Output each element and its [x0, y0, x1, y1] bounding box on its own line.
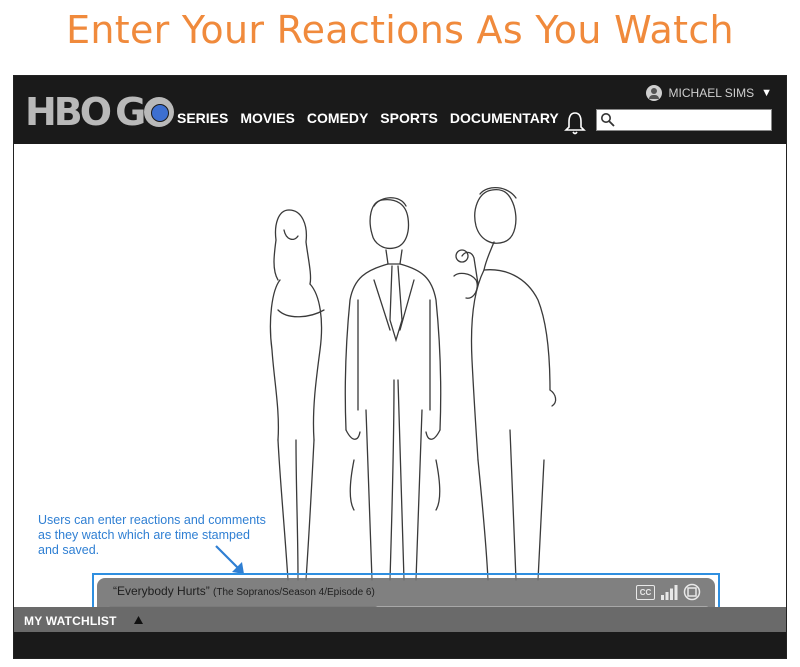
bottom-strip — [14, 632, 786, 658]
signal-bars-icon[interactable] — [660, 584, 678, 600]
episode-title: “Everybody Hurts” — [113, 584, 210, 598]
avatar-icon — [645, 85, 662, 101]
closed-captions-button[interactable]: CC — [636, 584, 655, 600]
hbo-go-app: HBO G SERIES MOVIES COMEDY SPORTS DOCUME… — [13, 75, 787, 659]
search-icon — [601, 113, 615, 127]
bell-icon[interactable] — [563, 110, 587, 136]
search-box[interactable] — [596, 109, 772, 132]
user-menu-caret-icon: ▼ — [761, 87, 772, 99]
video-player[interactable]: Users can enter reactions and comments a… — [14, 144, 786, 641]
main-nav: SERIES MOVIES COMEDY SPORTS DOCUMENTARY — [177, 110, 571, 126]
nav-movies[interactable]: MOVIES — [240, 110, 294, 126]
nav-documentary[interactable]: DOCUMENTARY — [450, 110, 559, 126]
player-controls: CC — [636, 583, 701, 601]
logo-g-text: G — [115, 90, 146, 134]
top-navigation-bar: HBO G SERIES MOVIES COMEDY SPORTS DOCUME… — [14, 76, 786, 144]
logo-hbo-text: HBO — [25, 90, 112, 134]
hbo-go-logo[interactable]: HBO G — [25, 90, 175, 134]
slide-title: Enter Your Reactions As You Watch — [66, 8, 734, 52]
watchlist-label: MY WATCHLIST — [24, 614, 117, 628]
nav-comedy[interactable]: COMEDY — [307, 110, 368, 126]
logo-o-icon — [144, 97, 175, 127]
annotation-arrow-icon — [215, 545, 244, 574]
expand-up-icon — [134, 616, 143, 624]
watchlist-bar[interactable]: MY WATCHLIST — [14, 607, 786, 632]
episode-subtitle: (The Sopranos/Season 4/Episode 6) — [213, 587, 375, 598]
nav-series[interactable]: SERIES — [177, 110, 228, 126]
search-input[interactable] — [617, 110, 771, 132]
fullscreen-icon[interactable] — [683, 583, 701, 601]
nav-sports[interactable]: SPORTS — [380, 110, 438, 126]
episode-info: “Everybody Hurts” (The Sopranos/Season 4… — [113, 584, 375, 598]
user-name: MICHAEL SIMS — [668, 86, 755, 100]
user-menu[interactable]: MICHAEL SIMS ▼ — [645, 85, 772, 101]
video-frame-sketch — [269, 187, 557, 581]
